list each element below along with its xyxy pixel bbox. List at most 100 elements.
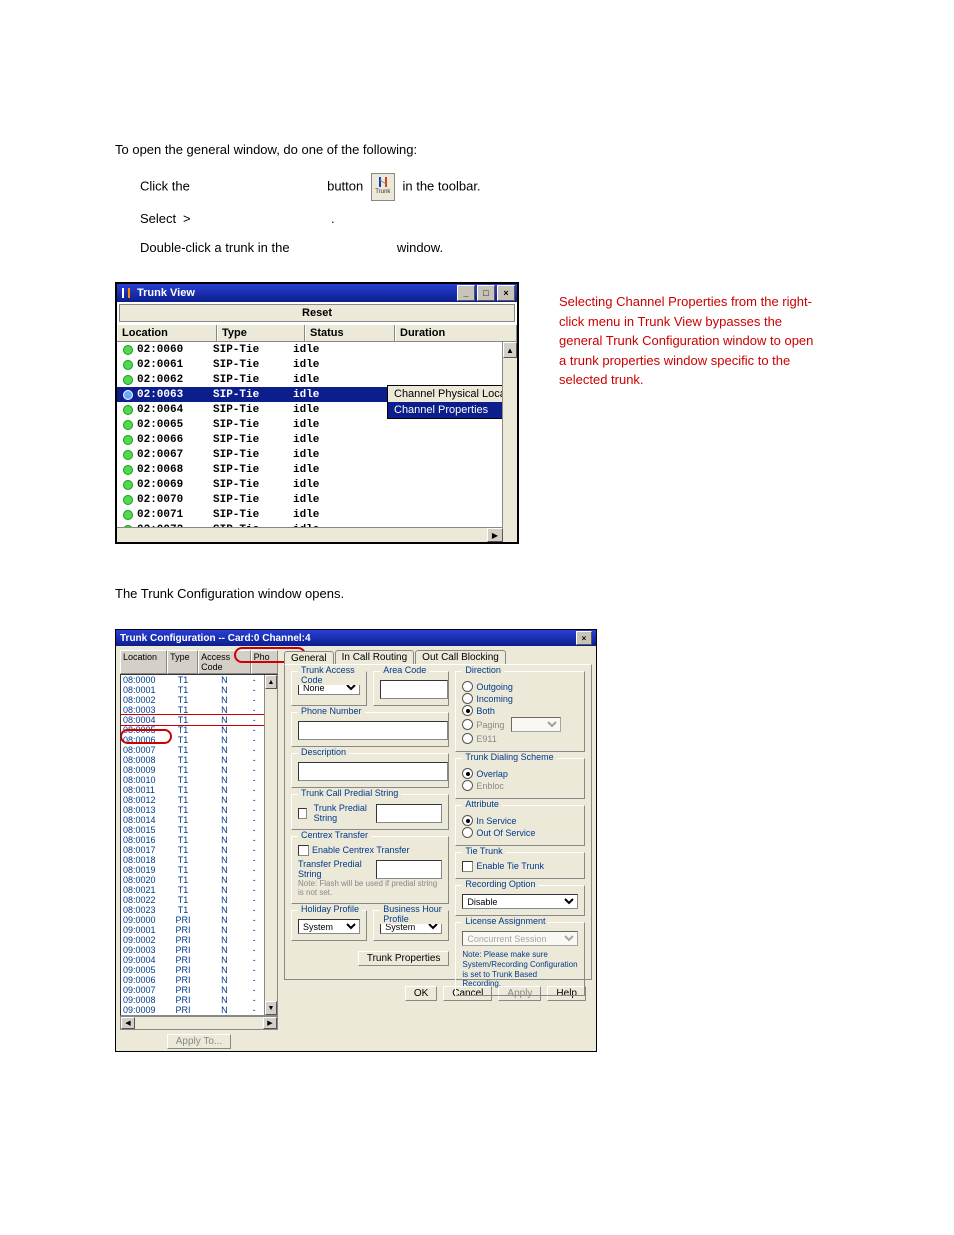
tab-out-call-blocking[interactable]: Out Call Blocking [415,650,506,664]
trunk-properties-button[interactable]: Trunk Properties [358,951,450,966]
config-row[interactable]: 09:0004PRIN- [121,955,277,965]
config-row[interactable]: 08:0010T1N- [121,775,277,785]
minimize-button[interactable]: _ [457,285,475,301]
status-dot-icon [123,450,133,460]
config-row[interactable]: 09:0007PRIN- [121,985,277,995]
config-row[interactable]: 08:0017T1N- [121,845,277,855]
dir-paging-radio[interactable] [462,719,473,730]
col-type[interactable]: Type [217,325,305,341]
gcol-location[interactable]: Location [120,650,167,674]
config-row[interactable]: 08:0022T1N- [121,895,277,905]
config-row[interactable]: 09:0009PRIN- [121,1005,277,1015]
config-row[interactable]: 08:0021T1N- [121,885,277,895]
trunk-view-titlebar[interactable]: Trunk View _ □ × [117,284,517,302]
config-row[interactable]: 08:0020T1N- [121,875,277,885]
config-row[interactable]: 09:0002PRIN- [121,935,277,945]
predial-input[interactable] [376,804,442,823]
rec-select[interactable]: Disable [462,894,578,909]
close-button[interactable]: × [576,631,592,645]
grid-scrollbar[interactable]: ▲▼ [264,675,277,1015]
scrollbar-horizontal[interactable]: ▶ [117,527,503,542]
close-button[interactable]: × [497,285,515,301]
area-code-input[interactable] [380,680,448,699]
config-row[interactable]: 08:0007T1N- [121,745,277,755]
status-dot-icon [123,510,133,520]
trunk-config-titlebar[interactable]: Trunk Configuration -- Card:0 Channel:4 … [116,630,596,646]
config-grid[interactable]: 08:0000T1N-08:0001T1N-08:0002T1N-08:0003… [120,674,278,1016]
trunk-row[interactable]: 02:0070SIP-Tieidle [117,492,517,507]
trunk-row[interactable]: 02:0068SIP-Tieidle [117,462,517,477]
scrollbar-vertical[interactable]: ▲ [502,342,517,528]
dial-overlap-label: Overlap [476,769,508,779]
grp-predial: Trunk Call Predial String [298,788,401,798]
config-row[interactable]: 09:0006PRIN- [121,975,277,985]
config-row[interactable]: 08:0023T1N- [121,905,277,915]
config-row[interactable]: 08:0019T1N- [121,865,277,875]
trunk-config-title: Trunk Configuration -- Card:0 Channel:4 [120,633,576,644]
config-row[interactable]: 09:0000PRIN- [121,915,277,925]
config-row[interactable]: 08:0001T1N- [121,685,277,695]
config-row[interactable]: 09:0001PRIN- [121,925,277,935]
config-row[interactable]: 08:0004T1N- [121,715,277,725]
dir-both-radio[interactable] [462,705,473,716]
holiday-select[interactable]: System [298,919,360,934]
col-duration[interactable]: Duration [395,325,517,341]
config-row[interactable]: 08:0018T1N- [121,855,277,865]
attr-in-radio[interactable] [462,815,473,826]
dir-outgoing-radio[interactable] [462,681,473,692]
config-row[interactable]: 09:0008PRIN- [121,995,277,1005]
phone-number-input[interactable] [298,721,448,740]
attr-out-radio[interactable] [462,827,473,838]
grp-lic: License Assignment [462,916,548,926]
tab-general[interactable]: General [284,651,334,665]
trunk-icon-label: Trunk [375,189,390,195]
tie-checkbox[interactable] [462,861,473,872]
col-status[interactable]: Status [305,325,395,341]
gcol-type[interactable]: Type [167,650,198,674]
context-channel-properties[interactable]: Channel Properties [388,402,514,418]
config-row[interactable]: 08:0003T1N- [121,705,277,715]
grid-scrollbar-h[interactable]: ◀▶ [120,1016,278,1030]
trunk-row[interactable]: 02:0061SIP-Tieidle [117,357,517,372]
dir-e911-radio[interactable] [462,733,473,744]
config-row[interactable]: 08:0009T1N- [121,765,277,775]
trunk-row[interactable]: 02:0066SIP-Tieidle [117,432,517,447]
maximize-button[interactable]: □ [477,285,495,301]
transfer-predial-input[interactable] [376,860,442,879]
row-status: idle [293,449,373,461]
trunk-row[interactable]: 02:0067SIP-Tieidle [117,447,517,462]
trunk-row[interactable]: 02:0065SIP-Tieidle [117,417,517,432]
grp-phone: Phone Number [298,706,365,716]
resize-grip[interactable] [503,528,517,542]
config-row[interactable]: 09:0005PRIN- [121,965,277,975]
context-channel-location[interactable]: Channel Physical Location [388,386,514,402]
intro-text2: window, do one of the following: [234,142,418,157]
reset-button[interactable]: Reset [119,304,515,322]
row-type: SIP-Tie [213,449,293,461]
config-row[interactable]: 09:0003PRIN- [121,945,277,955]
trunk-row[interactable]: 02:0060SIP-Tieidle [117,342,517,357]
description-input[interactable] [298,762,448,781]
config-row[interactable]: 08:0000T1N- [121,675,277,685]
apply-to-button[interactable]: Apply To... [167,1034,232,1049]
dial-overlap-radio[interactable] [462,768,473,779]
config-row[interactable]: 08:0002T1N- [121,695,277,705]
trunk-row[interactable]: 02:0071SIP-Tieidle [117,507,517,522]
row-status: idle [293,419,373,431]
centrex-checkbox[interactable] [298,845,309,856]
trunk-toolbar-icon[interactable]: Trunk [371,173,395,201]
side-note: Selecting Channel Properties from the ri… [559,282,819,390]
config-row[interactable]: 08:0008T1N- [121,755,277,765]
predial-checkbox[interactable] [298,808,307,819]
config-row[interactable]: 08:0012T1N- [121,795,277,805]
config-row[interactable]: 08:0011T1N- [121,785,277,795]
dir-incoming-radio[interactable] [462,693,473,704]
config-row[interactable]: 08:0013T1N- [121,805,277,815]
dial-enbloc-radio[interactable] [462,780,473,791]
config-row[interactable]: 08:0015T1N- [121,825,277,835]
config-row[interactable]: 08:0014T1N- [121,815,277,825]
tab-in-call-routing[interactable]: In Call Routing [335,650,415,664]
col-location[interactable]: Location [117,325,217,341]
config-row[interactable]: 08:0016T1N- [121,835,277,845]
trunk-row[interactable]: 02:0069SIP-Tieidle [117,477,517,492]
